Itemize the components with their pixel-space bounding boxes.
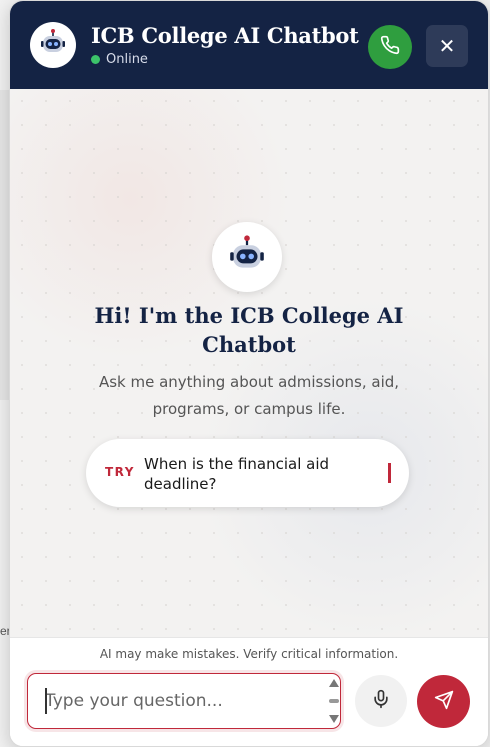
chat-area: Hi! I'm the ICB College AI Chatbot Ask m…	[10, 89, 488, 637]
welcome-avatar	[212, 222, 282, 292]
scroll-down-icon[interactable]	[329, 715, 339, 723]
send-icon	[434, 690, 454, 714]
dot-pattern	[10, 89, 488, 637]
try-label: TRY	[105, 465, 135, 479]
online-dot	[91, 55, 100, 64]
text-caret	[45, 688, 47, 714]
question-input[interactable]	[45, 688, 300, 714]
online-status: Online	[91, 52, 148, 67]
scroll-up-icon[interactable]	[329, 679, 339, 687]
input-scrollbar[interactable]	[328, 679, 340, 723]
close-icon: ✕	[438, 34, 456, 58]
suggestion-accent-bar	[388, 463, 391, 483]
chatbot-widget: ICB College AI Chatbot Online ✕ Hi! I'm …	[9, 0, 489, 747]
microphone-button[interactable]	[355, 675, 407, 727]
welcome-subtitle: Ask me anything about admissions, aid, p…	[98, 373, 400, 418]
header-avatar	[30, 22, 76, 68]
chat-footer: AI may make mistakes. Verify critical in…	[10, 637, 488, 746]
scroll-thumb[interactable]	[329, 697, 339, 705]
question-input-box[interactable]	[27, 673, 341, 729]
chat-title: ICB College AI Chatbot	[91, 23, 359, 48]
send-button[interactable]	[417, 675, 470, 728]
robot-icon	[226, 234, 268, 280]
close-button[interactable]: ✕	[426, 25, 468, 67]
microphone-icon	[371, 688, 391, 714]
phone-icon	[380, 35, 400, 59]
call-button[interactable]	[368, 25, 412, 69]
suggestion-text: When is the financial aid deadline?	[144, 455, 330, 493]
status-label: Online	[106, 52, 148, 67]
robot-icon	[38, 28, 68, 62]
disclaimer: AI may make mistakes. Verify critical in…	[99, 647, 399, 661]
welcome-heading: Hi! I'm the ICB College AI Chatbot	[94, 303, 404, 357]
chat-header: ICB College AI Chatbot Online ✕	[10, 1, 488, 89]
suggestion-chip[interactable]: TRY When is the financial aid deadline?	[86, 439, 409, 507]
